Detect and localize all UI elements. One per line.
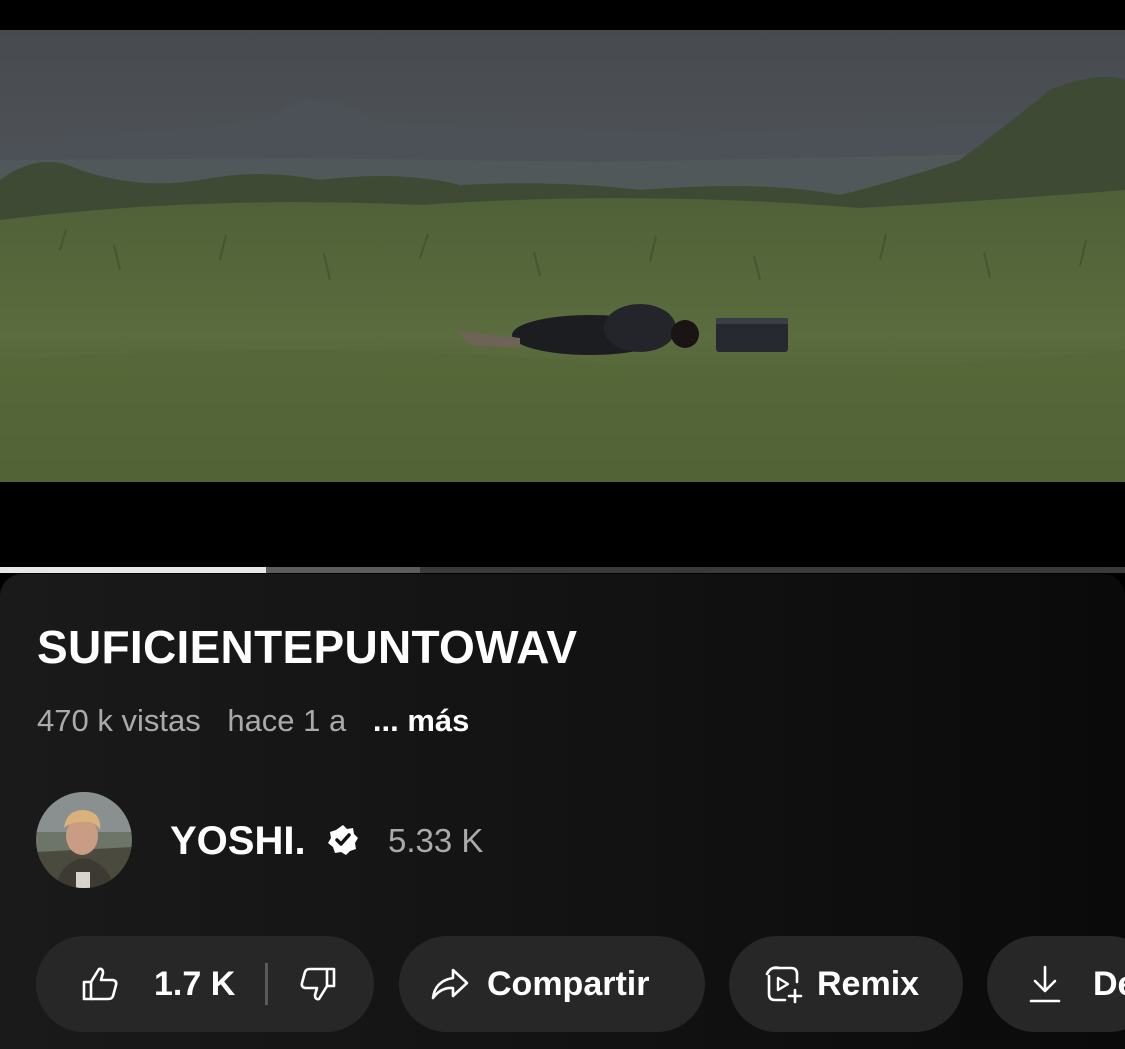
upload-age: hace 1 a: [227, 703, 347, 738]
share-label: Compartir: [487, 964, 650, 1003]
avatar-image: [36, 792, 132, 888]
video-metadata[interactable]: 470 k vistas hace 1 a ... más: [37, 703, 487, 739]
like-count[interactable]: 1.7 K: [154, 965, 235, 1004]
watch-page: SUFICIENTEPUNTOWAV 470 k vistas hace 1 a…: [0, 0, 1125, 1049]
more-button[interactable]: ... más: [373, 703, 470, 738]
like-divider: [265, 963, 269, 1005]
download-icon: [1027, 963, 1063, 1005]
video-frame-image: [0, 30, 1125, 482]
video-title[interactable]: SUFICIENTEPUNTOWAV: [37, 620, 577, 674]
subscriber-count: 5.33 K: [388, 822, 484, 859]
download-button[interactable]: De: [987, 936, 1125, 1032]
thumb-down-icon[interactable]: [298, 964, 338, 1004]
remix-label: Remix: [817, 964, 920, 1003]
thumb-up-icon[interactable]: [80, 964, 120, 1004]
view-count: 470 k vistas: [37, 703, 201, 738]
share-button[interactable]: Compartir: [399, 936, 705, 1032]
channel-avatar[interactable]: [36, 792, 132, 888]
like-dislike-group: 1.7 K: [36, 936, 374, 1032]
download-label: De: [1093, 964, 1125, 1003]
remix-icon: [761, 962, 805, 1006]
verified-badge-icon: [326, 823, 360, 857]
progress-played: [0, 567, 266, 573]
remix-button[interactable]: Remix: [729, 936, 963, 1032]
video-progress-bar[interactable]: [0, 567, 1125, 573]
channel-name[interactable]: YOSHI.: [170, 819, 306, 864]
share-arrow-icon: [429, 964, 471, 1004]
video-player[interactable]: [0, 30, 1125, 482]
